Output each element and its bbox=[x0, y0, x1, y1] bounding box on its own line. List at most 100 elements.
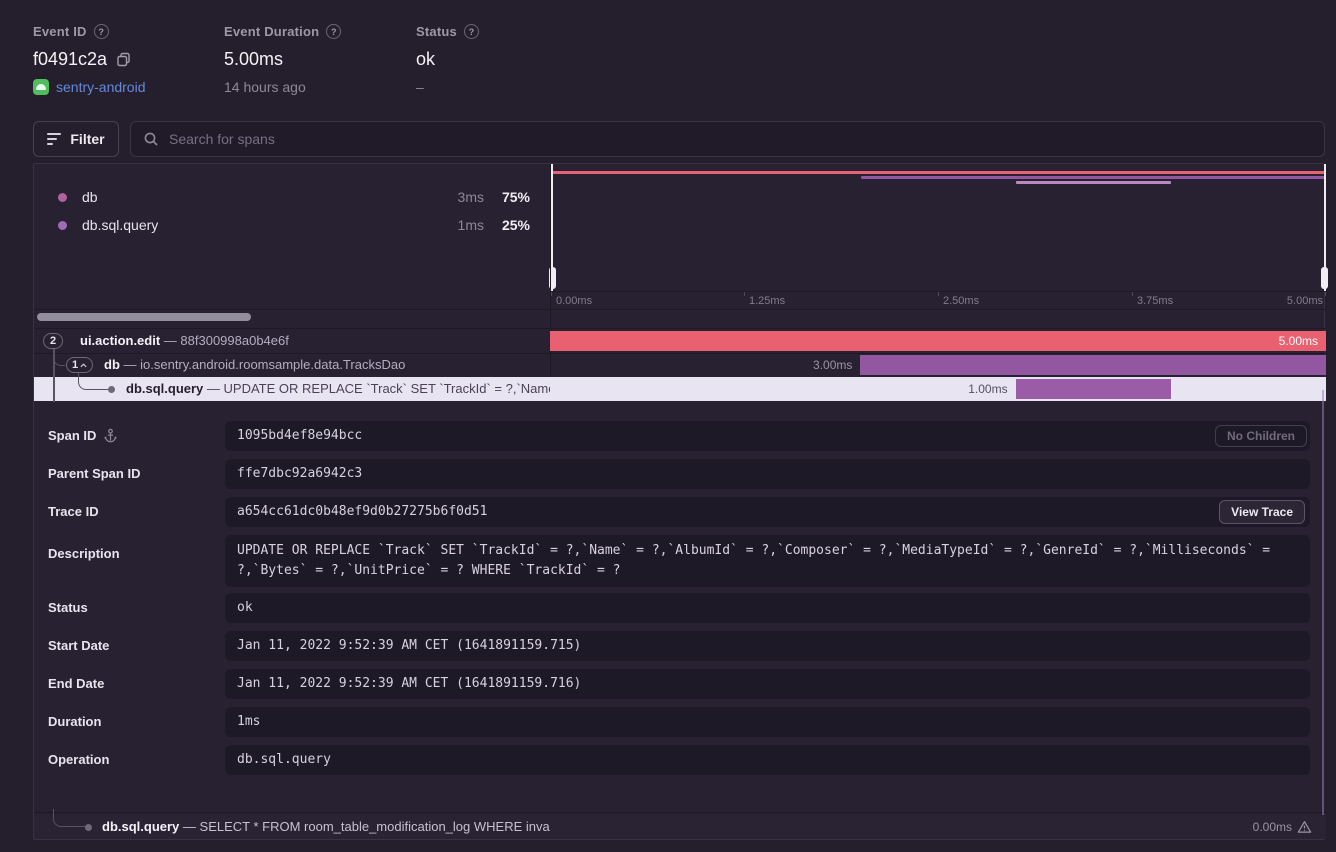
span-search bbox=[130, 121, 1325, 157]
axis-tick-label: 5.00ms bbox=[1287, 295, 1323, 307]
field-value-end-date: Jan 11, 2022 9:52:39 AM CET (1641891159.… bbox=[225, 669, 1310, 699]
span-row-db-sql-query-selected[interactable]: db.sql.query — UPDATE OR REPLACE `Track`… bbox=[34, 377, 1326, 401]
warning-icon bbox=[1297, 820, 1312, 834]
field-value-duration: 1ms bbox=[225, 707, 1310, 737]
field-value-operation: db.sql.query bbox=[225, 745, 1310, 775]
span-desc: — 88f300998a0b4e6f bbox=[164, 333, 289, 348]
span-duration-label: 1.00ms bbox=[968, 377, 1007, 401]
span-desc: — io.sentry.android.roomsample.data.Trac… bbox=[124, 357, 406, 372]
legend-percent: 75% bbox=[502, 189, 530, 205]
copy-icon[interactable] bbox=[115, 51, 132, 68]
event-id-label: Event ID bbox=[33, 24, 87, 39]
span-duration-bar[interactable] bbox=[1016, 379, 1171, 399]
field-label-span-id: Span ID bbox=[48, 428, 96, 443]
filter-button-label: Filter bbox=[70, 131, 104, 147]
legend-duration: 1ms bbox=[458, 217, 484, 233]
status-value: ok bbox=[416, 49, 435, 70]
divider bbox=[551, 291, 1326, 292]
event-duration-value: 5.00ms bbox=[224, 49, 283, 70]
op-color-dot bbox=[58, 221, 67, 230]
span-row-db-sql-query-select[interactable]: db.sql.query — SELECT * FROM room_table_… bbox=[34, 815, 1326, 839]
span-duration-bar[interactable] bbox=[860, 355, 1326, 375]
span-duration-label: 3.00ms bbox=[813, 353, 852, 377]
span-trace-page: Event ID ? f0491c2a sentry-android Event… bbox=[0, 0, 1336, 852]
horizontal-scrollbar-thumb[interactable] bbox=[37, 313, 251, 321]
span-duration-label: 0.00ms bbox=[1253, 820, 1292, 834]
event-id-block: Event ID ? f0491c2a sentry-android bbox=[33, 24, 146, 95]
android-platform-icon bbox=[33, 79, 49, 95]
legend-percent: 25% bbox=[502, 217, 530, 233]
span-duration-bar[interactable] bbox=[550, 331, 1326, 351]
field-value-span-id: 1095bd4ef8e94bcc bbox=[225, 421, 1310, 451]
legend-op-name: db bbox=[82, 189, 98, 205]
help-icon[interactable]: ? bbox=[464, 24, 479, 39]
time-axis: 0.00ms 1.25ms 2.50ms 3.75ms 5.00ms bbox=[551, 291, 1326, 309]
field-value-status: ok bbox=[225, 593, 1310, 623]
field-label-description: Description bbox=[48, 546, 120, 561]
status-sub: – bbox=[416, 79, 424, 95]
legend-duration: 3ms bbox=[458, 189, 484, 205]
chevron-up-icon bbox=[80, 363, 87, 368]
field-value-parent-span-id: ffe7dbc92a6942c3 bbox=[225, 459, 1310, 489]
filter-icon bbox=[47, 133, 61, 145]
op-color-dot bbox=[58, 193, 67, 202]
event-id-value: f0491c2a bbox=[33, 49, 107, 70]
field-value-start-date: Jan 11, 2022 9:52:39 AM CET (1641891159.… bbox=[225, 631, 1310, 661]
axis-tick-label: 3.75ms bbox=[1137, 295, 1173, 307]
legend-row-db-sql-query[interactable]: db.sql.query 1ms 25% bbox=[34, 211, 550, 239]
field-label-duration: Duration bbox=[48, 714, 101, 729]
event-duration-ago: 14 hours ago bbox=[224, 79, 306, 95]
tree-elbow bbox=[53, 809, 87, 827]
search-icon bbox=[143, 131, 159, 147]
field-value-description: UPDATE OR REPLACE `Track` SET `TrackId` … bbox=[225, 535, 1310, 587]
field-value-trace-id: a654cc61dc0b48ef9d0b27275b6f0d51 bbox=[225, 497, 1310, 527]
axis-tick-label: 0.00ms bbox=[556, 295, 592, 307]
minimap-right-grip[interactable] bbox=[1321, 267, 1328, 289]
spans-widget: db 3ms 75% db.sql.query 1ms 25% bbox=[33, 163, 1325, 840]
minimap-span-line bbox=[861, 176, 1326, 179]
minimap-span-line bbox=[551, 171, 1326, 174]
help-icon[interactable]: ? bbox=[326, 24, 341, 39]
tree-elbow bbox=[78, 373, 110, 390]
children-badge[interactable]: 2 bbox=[43, 333, 63, 349]
divider bbox=[34, 812, 1326, 813]
filter-button[interactable]: Filter bbox=[33, 121, 119, 157]
span-op: db.sql.query bbox=[126, 381, 203, 396]
divider bbox=[34, 309, 1326, 310]
minimap-span-line bbox=[1016, 181, 1171, 184]
field-label-status: Status bbox=[48, 600, 88, 615]
anchor-icon[interactable] bbox=[103, 428, 118, 443]
status-block: Status ? ok – bbox=[416, 24, 479, 95]
event-duration-block: Event Duration ? 5.00ms 14 hours ago bbox=[224, 24, 341, 95]
span-desc: — SELECT * FROM room_table_modification_… bbox=[183, 819, 550, 834]
project-link[interactable]: sentry-android bbox=[56, 79, 146, 95]
legend-op-name: db.sql.query bbox=[82, 217, 158, 233]
no-children-button: No Children bbox=[1215, 425, 1307, 447]
children-badge-expanded[interactable]: 1 bbox=[66, 357, 93, 373]
span-detail-panel: Span ID 1095bd4ef8e94bcc No Children Par… bbox=[35, 402, 1325, 812]
field-label-end-date: End Date bbox=[48, 676, 104, 691]
tree-dot bbox=[85, 824, 92, 831]
span-row-ui-action-edit[interactable]: ui.action.edit — 88f300998a0b4e6f 5.00ms bbox=[34, 329, 1326, 353]
span-row-db[interactable]: db — io.sentry.android.roomsample.data.T… bbox=[34, 353, 1326, 377]
view-trace-button[interactable]: View Trace bbox=[1219, 500, 1305, 524]
tree-dot bbox=[108, 386, 115, 393]
help-icon[interactable]: ? bbox=[94, 24, 109, 39]
span-desc: — UPDATE OR REPLACE `Track` SET `TrackId… bbox=[207, 381, 550, 396]
event-duration-label: Event Duration bbox=[224, 24, 319, 39]
trace-minimap[interactable] bbox=[551, 164, 1326, 291]
legend-row-db[interactable]: db 3ms 75% bbox=[34, 183, 550, 211]
span-op: db.sql.query bbox=[102, 819, 179, 834]
search-input[interactable] bbox=[169, 131, 1312, 147]
field-label-parent-span-id: Parent Span ID bbox=[48, 466, 140, 481]
tree-elbow bbox=[53, 353, 65, 366]
axis-tick-label: 2.50ms bbox=[943, 295, 979, 307]
field-label-trace-id: Trace ID bbox=[48, 504, 99, 519]
field-label-operation: Operation bbox=[48, 752, 109, 767]
span-duration-label: 5.00ms bbox=[1279, 329, 1318, 353]
status-label: Status bbox=[416, 24, 457, 39]
span-op: ui.action.edit bbox=[80, 333, 160, 348]
axis-tick-label: 1.25ms bbox=[749, 295, 785, 307]
field-label-start-date: Start Date bbox=[48, 638, 109, 653]
detail-scroll-indicator[interactable] bbox=[1322, 390, 1324, 839]
